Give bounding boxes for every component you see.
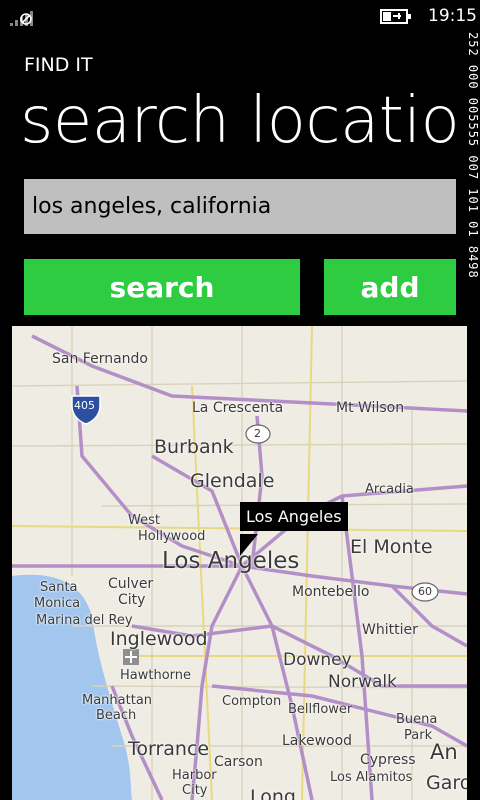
map-label: Long [250, 786, 296, 800]
status-bar: 19:15 [0, 0, 480, 32]
battery-charging-icon [380, 9, 411, 24]
map-label: An [430, 740, 458, 764]
map-view[interactable]: 405 2 60 San Fernando La Crescenta Mt Wi… [12, 326, 467, 800]
map-label: Manhattan [82, 693, 153, 708]
map-label: Monica [34, 596, 81, 611]
map-label: Park [404, 728, 433, 743]
map-label: La Crescenta [192, 400, 284, 416]
map-label: Bellflower [288, 702, 353, 717]
map-label: Hawthorne [120, 668, 192, 683]
shield-number: 405 [74, 399, 95, 412]
map-pushpin-label[interactable]: Los Angeles [240, 502, 348, 531]
map-label: Buena [396, 712, 438, 727]
map-label: Whittier [362, 622, 418, 638]
map-label: Carson [214, 754, 263, 770]
map-label: Arcadia [365, 482, 414, 497]
map-label: Compton [222, 694, 282, 709]
map-label: Marina del Rey [36, 613, 133, 628]
map-label: Montebello [292, 584, 370, 600]
map-label: Los Angeles [162, 548, 300, 574]
map-label: Beach [96, 708, 137, 723]
map-label: Downey [283, 650, 352, 670]
map-label: Cypress [360, 752, 416, 768]
add-button[interactable]: add [324, 259, 456, 315]
search-input[interactable] [24, 179, 456, 234]
map-label: City [118, 592, 146, 608]
map-label: Burbank [154, 436, 234, 458]
shield-number: 2 [254, 427, 261, 440]
map-label: San Fernando [52, 351, 148, 367]
map-label: Lakewood [282, 733, 353, 749]
search-button[interactable]: search [24, 259, 300, 315]
debug-frame-counter: 252 000 005555 007 101 01 8498 [466, 32, 480, 402]
shield-number: 60 [418, 585, 432, 598]
signal-strength-icon [10, 11, 33, 26]
map-label: Los Alamitos [330, 770, 413, 785]
map-label: Inglewood [110, 628, 208, 650]
app-title: FIND IT [24, 54, 93, 76]
map-label: Santa [40, 580, 78, 595]
debug-counter-text: 252 000 005555 007 101 01 8498 [466, 32, 480, 279]
map-label: City [182, 783, 208, 798]
map-label: Culver [108, 576, 154, 592]
map-label: Garo [426, 772, 467, 794]
clock: 19:15 [428, 6, 477, 26]
map-label: Harbor [172, 768, 217, 783]
map-label: Norwalk [328, 672, 397, 692]
map-label: Torrance [128, 738, 210, 760]
map-label: Hollywood [138, 529, 206, 544]
map-label: Mt Wilson [336, 400, 405, 416]
map-label: West [128, 513, 160, 528]
page-title: search location [20, 84, 466, 158]
map-label: El Monte [350, 536, 433, 558]
map-label: Glendale [190, 470, 275, 492]
map-pushpin-pointer [240, 534, 258, 556]
